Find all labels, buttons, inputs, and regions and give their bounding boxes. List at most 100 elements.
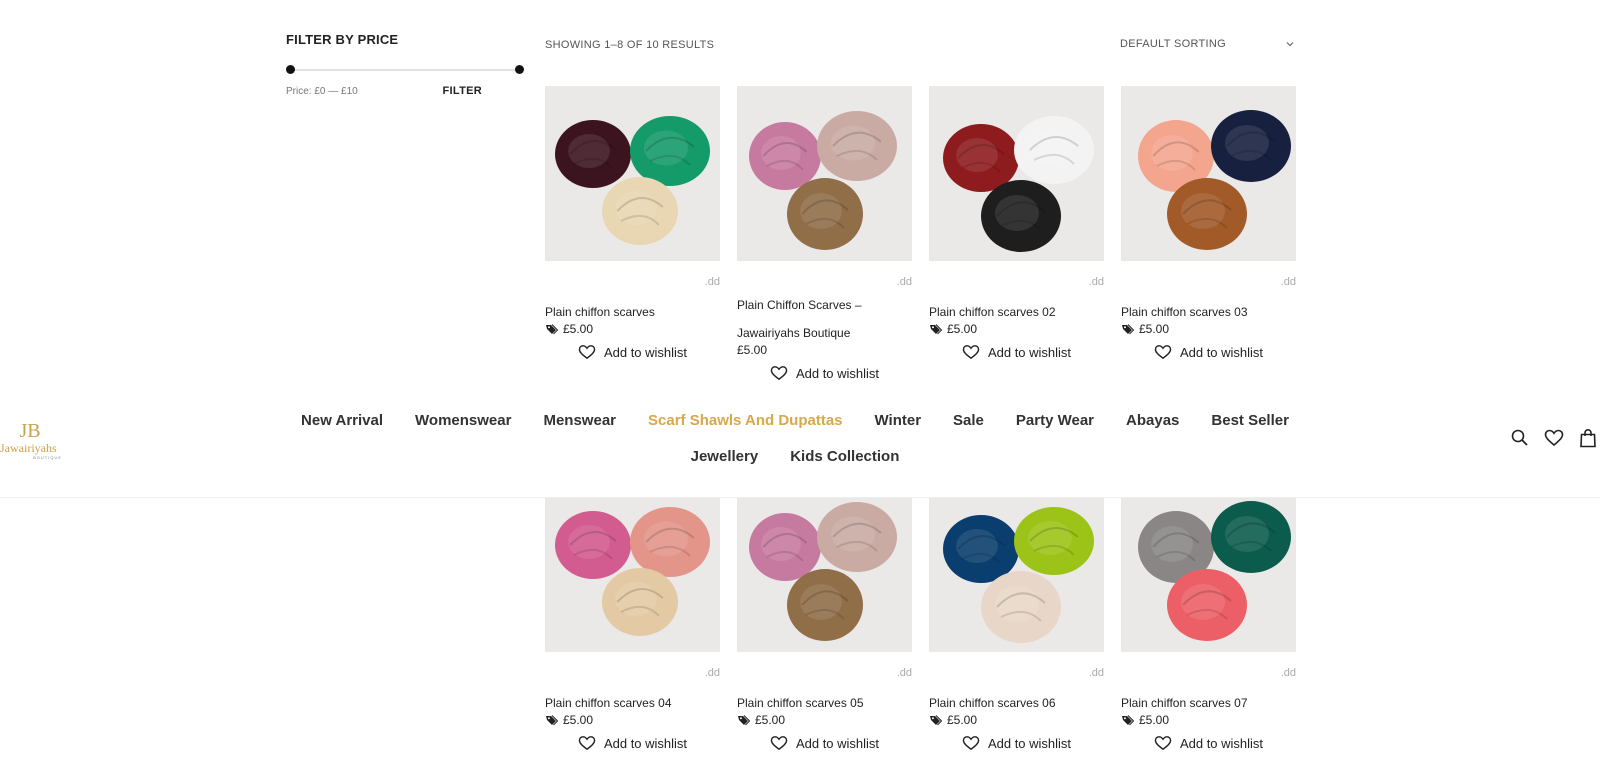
site-header: JB Jawairiyahs BOUTIQUE New Arrival Women… bbox=[0, 398, 1600, 498]
product-card[interactable]: .dd Plain chiffon scarves 05 £5.00 Add t… bbox=[737, 477, 912, 751]
product-image[interactable] bbox=[545, 477, 720, 652]
add-to-wishlist-button[interactable]: Add to wishlist bbox=[929, 735, 1104, 751]
nav-item-jewellery[interactable]: Jewellery bbox=[675, 448, 775, 466]
heart-icon bbox=[578, 736, 596, 751]
product-price: £5.00 bbox=[1139, 713, 1170, 727]
product-image-svg bbox=[1121, 477, 1296, 652]
nav-item-kids-collection[interactable]: Kids Collection bbox=[774, 448, 915, 466]
nav-item-best-seller[interactable]: Best Seller bbox=[1195, 412, 1305, 430]
price-tag-icon bbox=[930, 715, 943, 726]
add-to-wishlist-button[interactable]: Add to wishlist bbox=[929, 344, 1104, 360]
wishlist-label: Add to wishlist bbox=[1179, 735, 1264, 751]
price-range-slider[interactable] bbox=[286, 65, 524, 75]
heart-icon bbox=[770, 366, 788, 381]
logo-mark: JB bbox=[19, 420, 41, 442]
add-to-wishlist-button[interactable]: Add to wishlist bbox=[1121, 735, 1296, 751]
product-badge: .dd bbox=[1088, 667, 1104, 679]
product-image-svg bbox=[545, 86, 720, 261]
wishlist-label: Add to wishlist bbox=[603, 344, 688, 360]
wishlist-label: Add to wishlist bbox=[603, 735, 688, 751]
slider-track bbox=[290, 69, 520, 71]
slider-max-handle[interactable] bbox=[515, 65, 524, 74]
product-price: £5.00 bbox=[737, 343, 768, 357]
product-card[interactable]: .dd Plain chiffon scarves 04 £5.00 Add t… bbox=[545, 477, 720, 751]
product-image[interactable] bbox=[545, 86, 720, 261]
chevron-down-icon bbox=[1286, 42, 1294, 47]
slider-min-handle[interactable] bbox=[286, 65, 295, 74]
product-image[interactable] bbox=[929, 477, 1104, 652]
product-image-svg bbox=[545, 477, 720, 652]
nav-item-abayas[interactable]: Abayas bbox=[1110, 412, 1195, 430]
add-to-wishlist-button[interactable]: Add to wishlist bbox=[737, 735, 912, 751]
wishlist-label: Add to wishlist bbox=[987, 344, 1072, 360]
nav-item-winter[interactable]: Winter bbox=[859, 412, 938, 430]
product-badge: .dd bbox=[896, 276, 912, 288]
nav-item-party-wear[interactable]: Party Wear bbox=[1000, 412, 1110, 430]
product-image[interactable] bbox=[737, 86, 912, 261]
product-badge: .dd bbox=[704, 667, 720, 679]
product-image[interactable] bbox=[737, 477, 912, 652]
sorting-select[interactable]: DEFAULT SORTING bbox=[1120, 34, 1295, 54]
nav-item-womenswear[interactable]: Womenswear bbox=[399, 412, 527, 430]
nav-row-primary: New Arrival Womenswear Menswear Scarf Shawl… bbox=[280, 412, 1310, 430]
header-actions bbox=[1510, 428, 1598, 448]
logo[interactable]: JB Jawairiyahs BOUTIQUE bbox=[0, 420, 66, 470]
product-image-svg bbox=[737, 477, 912, 652]
shopping-bag-icon[interactable] bbox=[1578, 428, 1598, 448]
product-card[interactable]: .dd Plain chiffon scarves 03 £5.00 Add t… bbox=[1121, 86, 1296, 360]
heart-icon bbox=[1154, 345, 1172, 360]
wishlist-label: Add to wishlist bbox=[795, 365, 880, 381]
product-image[interactable] bbox=[1121, 477, 1296, 652]
product-badge: .dd bbox=[896, 667, 912, 679]
price-filter-widget: FILTER BY PRICE Price: £0 — £10 FILTER bbox=[286, 32, 524, 97]
heart-icon bbox=[770, 736, 788, 751]
product-price: £5.00 bbox=[563, 322, 594, 336]
nav-item-menswear[interactable]: Menswear bbox=[527, 412, 632, 430]
logo-name: Jawairiyahs bbox=[0, 441, 57, 455]
product-image-svg bbox=[929, 477, 1104, 652]
wishlist-label: Add to wishlist bbox=[795, 735, 880, 751]
product-badge: .dd bbox=[704, 276, 720, 288]
logo-subtitle: BOUTIQUE bbox=[33, 455, 62, 460]
main-nav: New Arrival Womenswear Menswear Scarf Shawl… bbox=[280, 412, 1310, 484]
nav-item-new-arrival[interactable]: New Arrival bbox=[285, 412, 399, 430]
product-badge: .dd bbox=[1280, 667, 1296, 679]
result-count: SHOWING 1–8 OF 10 RESULTS bbox=[545, 39, 715, 51]
product-card[interactable]: .dd Plain chiffon scarves 02 £5.00 Add t… bbox=[929, 86, 1104, 360]
price-tag-icon bbox=[546, 324, 559, 335]
add-to-wishlist-button[interactable]: Add to wishlist bbox=[545, 344, 720, 360]
nav-item-sale[interactable]: Sale bbox=[937, 412, 1000, 430]
heart-icon bbox=[578, 345, 596, 360]
wishlist-label: Add to wishlist bbox=[1179, 344, 1264, 360]
product-price: £5.00 bbox=[563, 713, 594, 727]
product-price: £5.00 bbox=[947, 713, 978, 727]
sorting-selected: DEFAULT SORTING bbox=[1120, 38, 1226, 50]
product-image-svg bbox=[1121, 86, 1296, 261]
add-to-wishlist-button[interactable]: Add to wishlist bbox=[545, 735, 720, 751]
filter-title: FILTER BY PRICE bbox=[286, 32, 399, 47]
heart-icon[interactable] bbox=[1544, 428, 1564, 448]
filter-button[interactable]: FILTER bbox=[443, 85, 482, 97]
nav-item-scarf-shawls-and-dupattas[interactable]: Scarf Shawls And Dupattas bbox=[632, 412, 859, 430]
product-card[interactable]: .dd Plain chiffon scarves £5.00 Add to w… bbox=[545, 86, 720, 360]
product-card[interactable]: .dd Plain chiffon scarves 06 £5.00 Add t… bbox=[929, 477, 1104, 751]
product-image-svg bbox=[929, 86, 1104, 261]
heart-icon bbox=[962, 736, 980, 751]
product-price: £5.00 bbox=[1139, 322, 1170, 336]
product-image[interactable] bbox=[1121, 86, 1296, 261]
product-badge: .dd bbox=[1088, 276, 1104, 288]
price-tag-icon bbox=[930, 324, 943, 335]
price-tag-icon bbox=[546, 715, 559, 726]
product-price: £5.00 bbox=[755, 713, 786, 727]
product-price: £5.00 bbox=[947, 322, 978, 336]
price-range-label: Price: £0 — £10 bbox=[286, 85, 358, 97]
product-card[interactable]: .dd Plain chiffon scarves 07 £5.00 Add t… bbox=[1121, 477, 1296, 751]
product-image[interactable] bbox=[929, 86, 1104, 261]
wishlist-label: Add to wishlist bbox=[987, 735, 1072, 751]
add-to-wishlist-button[interactable]: Add to wishlist bbox=[737, 365, 912, 381]
product-title[interactable]: Plain Chiffon Scarves – Jawairiyahs Bout… bbox=[737, 291, 887, 347]
search-icon[interactable] bbox=[1510, 428, 1530, 448]
product-card[interactable]: .dd Plain Chiffon Scarves – Jawairiyahs … bbox=[737, 86, 912, 381]
nav-row-secondary: Jewellery Kids Collection bbox=[280, 448, 1310, 466]
add-to-wishlist-button[interactable]: Add to wishlist bbox=[1121, 344, 1296, 360]
